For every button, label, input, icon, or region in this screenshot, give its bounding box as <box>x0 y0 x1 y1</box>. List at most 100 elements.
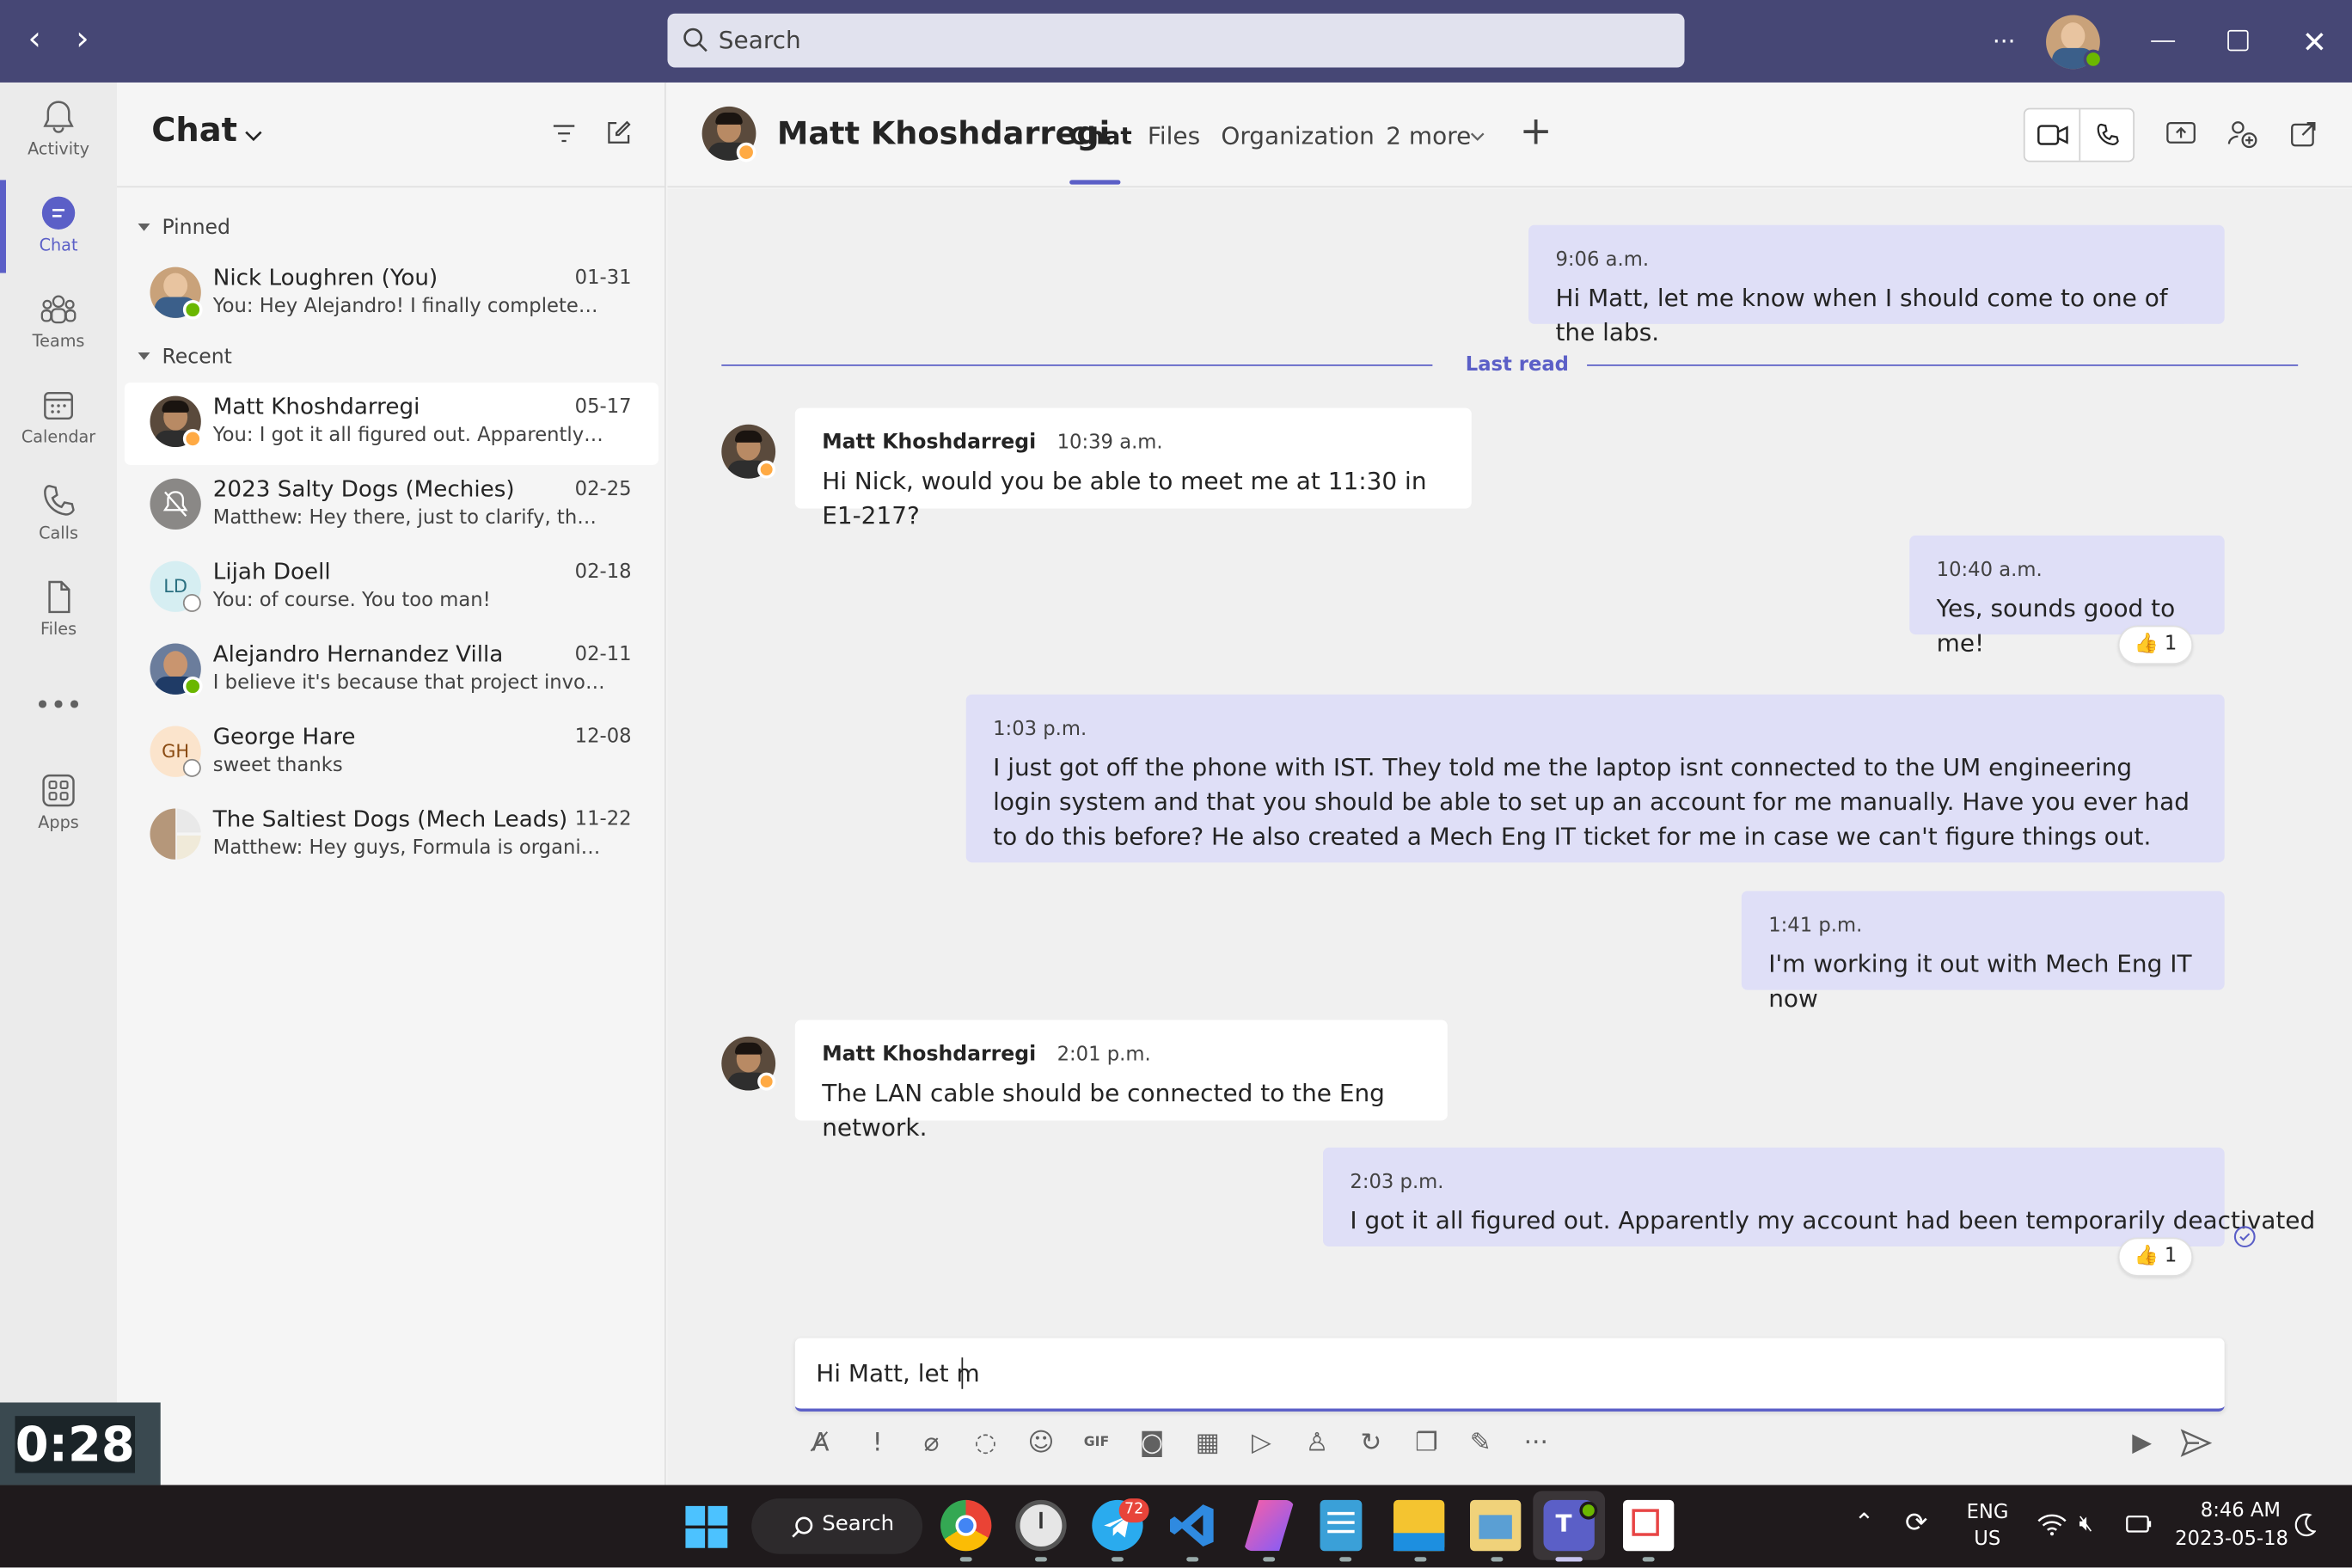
rail-item-calendar[interactable]: Calendar <box>0 373 117 466</box>
pinned-section-header[interactable]: Pinned <box>132 216 230 240</box>
message-compose-input[interactable]: Hi Matt, let m <box>794 1338 2225 1412</box>
chat-item-george[interactable]: GH George Hare 12-08 sweet thanks <box>125 713 658 795</box>
video-call-button[interactable] <box>2025 109 2081 161</box>
tab-files[interactable]: Files <box>1148 121 1200 150</box>
message-bubble[interactable]: 1:41 p.m. I'm working it out with Mech E… <box>1741 891 2225 1013</box>
volume-muted-icon[interactable]: 🔇︎ <box>2079 1509 2092 1535</box>
chat-preview: sweet thanks <box>212 754 343 777</box>
emoji-icon[interactable]: ☺ <box>1021 1424 1060 1462</box>
attach-icon[interactable]: ⌀ <box>912 1424 951 1462</box>
chrome-icon[interactable] <box>940 1499 992 1552</box>
filter-icon[interactable] <box>550 121 577 145</box>
rail-label: Activity <box>28 139 89 159</box>
message-bubble[interactable]: 9:06 a.m. Hi Matt, let me know when I sh… <box>1528 224 2225 346</box>
message-bubble[interactable]: 10:40 a.m. Yes, sounds good to me! <box>1909 535 2225 657</box>
updates-icon[interactable]: ↻ <box>1351 1424 1390 1462</box>
recent-section-header[interactable]: Recent <box>132 345 232 369</box>
running-indicator <box>1491 1557 1504 1562</box>
message-bubble[interactable]: Matt Khoshdarregi 2:01 p.m. The LAN cable… <box>794 1020 1448 1142</box>
chat-list-title: Chat <box>151 112 237 150</box>
language-label[interactable]: ENG <box>1967 1502 2009 1524</box>
search-input[interactable]: Search <box>667 13 1685 68</box>
send-icon[interactable] <box>2179 1428 2213 1458</box>
keyboard-layout-label[interactable]: US <box>1974 1528 2000 1551</box>
restore-icon[interactable] <box>2227 29 2249 52</box>
running-indicator <box>959 1557 972 1562</box>
stream-icon[interactable]: ▷ <box>1242 1424 1281 1462</box>
message-bubble[interactable]: 1:03 p.m. I just got off the phone with … <box>965 694 2225 863</box>
chat-item-lijah[interactable]: LD Lijah Doell 02-18 You: of course. You… <box>125 548 658 630</box>
sticker-icon[interactable]: ◙ <box>1132 1424 1171 1462</box>
tab-more[interactable]: 2 more <box>1386 121 1471 150</box>
minimize-icon[interactable] <box>2151 40 2176 42</box>
clock-date[interactable]: 2023-05-18 <box>2175 1528 2288 1551</box>
forms-icon[interactable]: ✎ <box>1461 1424 1500 1462</box>
profile-status-icon <box>2083 49 2104 70</box>
rail-item-chat[interactable]: Chat <box>0 181 117 274</box>
windows-start-icon[interactable] <box>685 1505 728 1548</box>
reaction-badge[interactable]: 👍 1 <box>2117 625 2194 665</box>
chat-item-saltiest-dogs[interactable]: The Saltiest Dogs (Mech Leads) 11-22 Mat… <box>125 795 658 878</box>
message-time: 10:39 a.m. <box>1057 432 1163 455</box>
close-icon[interactable]: ✕ <box>2294 21 2336 63</box>
chat-item-alejandro[interactable]: Alejandro Hernandez Villa 02-11 I believ… <box>125 630 658 713</box>
more-actions-icon[interactable]: ··· <box>1516 1424 1555 1462</box>
tab-organization[interactable]: Organization <box>1221 121 1374 150</box>
tray-chevron-icon[interactable]: ⌃ <box>1854 1508 1874 1536</box>
chat-item-nick[interactable]: Nick Loughren (You) 01-31 You: Hey Aleja… <box>125 254 658 336</box>
design-app-icon[interactable] <box>1243 1499 1295 1552</box>
sync-icon[interactable]: ⟳ <box>1905 1508 1927 1540</box>
notepad-icon[interactable] <box>1320 1499 1363 1552</box>
notifications-icon[interactable] <box>2294 1513 2317 1538</box>
message-text: I got it all figured out. Apparently my … <box>1350 1205 2316 1235</box>
audio-call-button[interactable] <box>2080 109 2136 160</box>
telegram-badge: 72 <box>1118 1498 1149 1523</box>
battery-icon[interactable] <box>2122 1512 2153 1536</box>
chat-item-matt[interactable]: Matt Khoshdarregi 05-17 You: I got it al… <box>124 382 659 465</box>
file-explorer-icon[interactable] <box>1393 1499 1445 1552</box>
pop-out-icon[interactable] <box>2290 120 2317 147</box>
rail-item-apps[interactable]: Apps <box>0 759 117 852</box>
chat-preview: Matthew: Hey guys, Formula is organizing… <box>212 836 606 860</box>
clock-time[interactable]: 8:46 AM <box>2201 1500 2281 1522</box>
chat-item-salty-dogs[interactable]: 2023 Salty Dogs (Mechies) 02-25 Matthew:… <box>125 465 658 548</box>
sticky-app-icon[interactable] <box>1470 1499 1522 1552</box>
approvals-icon[interactable]: ❐ <box>1407 1424 1446 1462</box>
snipping-tool-icon[interactable] <box>1622 1499 1675 1552</box>
running-indicator <box>1339 1557 1352 1562</box>
wifi-icon[interactable] <box>2037 1512 2067 1536</box>
rail-item-teams[interactable]: Teams <box>0 278 117 371</box>
running-indicator <box>1111 1557 1124 1562</box>
new-chat-icon[interactable] <box>604 120 631 147</box>
search-icon <box>792 1516 813 1538</box>
back-arrow-icon[interactable]: ‹ <box>18 21 51 59</box>
message-bubble[interactable]: Matt Khoshdarregi 10:39 a.m. Hi Nick, wou… <box>794 407 1472 530</box>
more-options-icon[interactable]: ··· <box>1983 21 2025 63</box>
taskbar-search[interactable]: Search <box>751 1498 923 1554</box>
praise-icon[interactable]: ♙ <box>1297 1424 1336 1462</box>
add-people-icon[interactable] <box>2227 119 2257 149</box>
message-bubble[interactable]: 2:03 p.m. I got it all figured out. Appa… <box>1323 1147 2316 1247</box>
video-clip-icon[interactable]: ▶ <box>2122 1424 2161 1462</box>
tab-chat[interactable]: Chat <box>1069 121 1132 150</box>
rail-item-files[interactable]: Files <box>0 566 117 658</box>
add-tab-icon[interactable]: + <box>1520 113 1553 151</box>
chat-preview: Matthew: Hey there, just to clarify, the… <box>212 506 606 530</box>
schedule-meeting-icon[interactable]: ▦ <box>1188 1424 1227 1462</box>
chat-date: 02-25 <box>574 478 632 501</box>
chevron-down-icon[interactable] <box>244 126 262 144</box>
format-icon[interactable]: A̸ <box>801 1424 840 1462</box>
forward-arrow-icon[interactable]: › <box>66 21 99 59</box>
more-apps-icon[interactable]: ••• <box>0 690 117 722</box>
rail-label: Teams <box>32 331 85 352</box>
gif-icon[interactable]: GIF <box>1077 1424 1116 1462</box>
reaction-badge[interactable]: 👍 1 <box>2117 1237 2194 1277</box>
priority-icon[interactable]: ! <box>858 1424 897 1462</box>
chevron-down-icon[interactable] <box>1470 131 1485 143</box>
clock-app-icon[interactable] <box>1015 1499 1067 1552</box>
loop-icon[interactable]: ◌ <box>966 1424 1005 1462</box>
rail-item-calls[interactable]: Calls <box>0 469 117 562</box>
rail-item-activity[interactable]: Activity <box>0 85 117 178</box>
share-screen-icon[interactable] <box>2166 120 2196 147</box>
vscode-icon[interactable] <box>1167 1500 1218 1551</box>
